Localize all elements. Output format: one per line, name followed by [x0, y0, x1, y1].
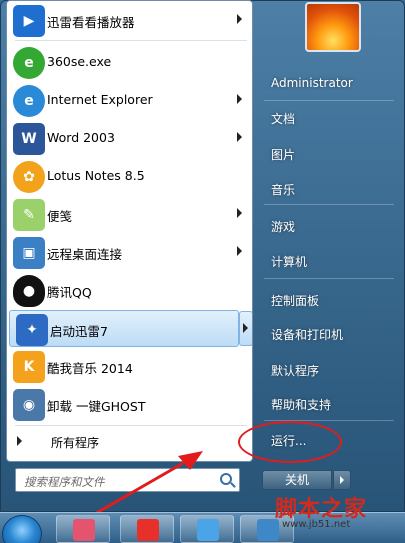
pen-app-icon: [197, 519, 219, 541]
taskbar-app-button[interactable]: [180, 515, 234, 543]
taskbar-app-button[interactable]: [56, 515, 110, 543]
watermark-url: www.jb51.net: [282, 519, 351, 530]
taskbar-app-button[interactable]: [120, 515, 174, 543]
start-button[interactable]: [2, 515, 42, 543]
g-app-icon: [137, 519, 159, 541]
annotation-arrow: [59, 451, 203, 536]
flower-app-icon: [73, 519, 95, 541]
